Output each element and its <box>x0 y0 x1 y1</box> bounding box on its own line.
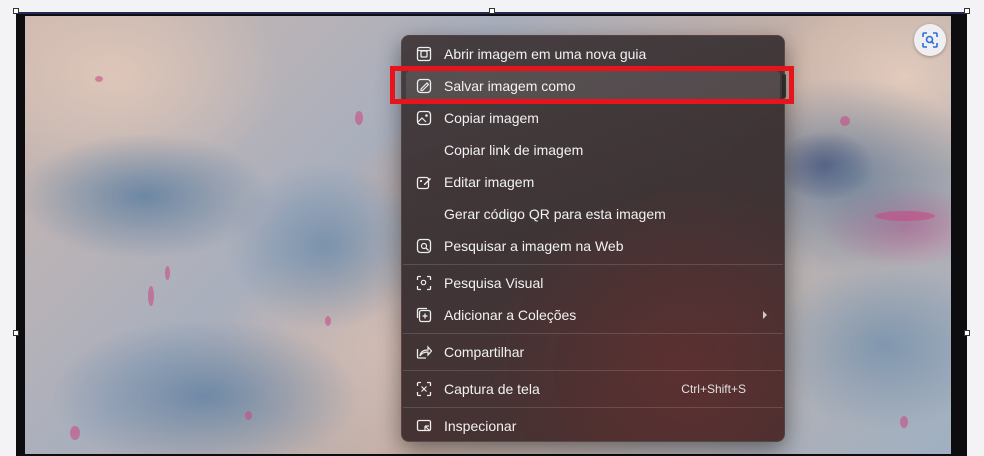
menu-item-label: Inspecionar <box>444 418 517 434</box>
search-image-web-icon <box>416 238 432 254</box>
resize-handle-middle-left[interactable] <box>13 330 19 336</box>
menu-item-search-image-web[interactable]: Pesquisar a imagem na Web <box>406 231 780 261</box>
resize-handle-top-right[interactable] <box>964 8 970 14</box>
menu-item-add-to-collections[interactable]: Adicionar a Coleções <box>406 300 780 330</box>
screenshot-icon <box>416 381 432 397</box>
menu-item-label: Captura de tela <box>444 381 540 397</box>
menu-item-inspect[interactable]: Inspecionar <box>406 411 780 441</box>
visual-search-icon <box>922 32 938 48</box>
visual-search-icon <box>416 275 432 291</box>
menu-item-label: Adicionar a Coleções <box>444 307 577 323</box>
resize-handle-top-left[interactable] <box>13 8 19 14</box>
menu-separator <box>403 264 783 265</box>
highlight-annotation-box <box>390 66 794 104</box>
open-in-new-tab-icon <box>416 46 432 62</box>
edit-image-icon <box>416 174 432 190</box>
chevron-right-icon <box>763 311 767 319</box>
menu-item-label: Pesquisar a imagem na Web <box>444 238 624 254</box>
menu-item-label: Abrir imagem em uma nova guia <box>444 46 647 62</box>
copy-image-icon <box>416 110 432 126</box>
menu-item-label: Copiar link de imagem <box>444 142 584 158</box>
collections-icon <box>416 307 432 323</box>
menu-item-copy-image-link[interactable]: Copiar link de imagem <box>406 135 780 165</box>
menu-item-label: Compartilhar <box>444 344 525 360</box>
keyboard-shortcut: Ctrl+Shift+S <box>681 382 746 396</box>
menu-item-open-in-new-tab[interactable]: Abrir imagem em uma nova guia <box>406 39 780 69</box>
share-icon <box>416 344 432 360</box>
menu-item-share[interactable]: Compartilhar <box>406 337 780 367</box>
inspect-icon <box>416 418 432 434</box>
menu-item-visual-search[interactable]: Pesquisa Visual <box>406 268 780 298</box>
resize-handle-middle-right[interactable] <box>964 330 970 336</box>
menu-item-label: Copiar imagem <box>444 110 539 126</box>
menu-separator <box>403 333 783 334</box>
menu-item-generate-qr-code[interactable]: Gerar código QR para esta imagem <box>406 199 780 229</box>
menu-item-label: Editar imagem <box>444 174 535 190</box>
menu-item-label: Pesquisa Visual <box>444 275 544 291</box>
visual-search-button[interactable] <box>914 24 946 56</box>
menu-item-screenshot[interactable]: Captura de tela Ctrl+Shift+S <box>406 374 780 404</box>
menu-separator <box>403 407 783 408</box>
menu-item-label: Gerar código QR para esta imagem <box>444 206 666 222</box>
menu-item-copy-image[interactable]: Copiar imagem <box>406 103 780 133</box>
menu-item-edit-image[interactable]: Editar imagem <box>406 167 780 197</box>
menu-separator <box>403 370 783 371</box>
resize-handle-top-center[interactable] <box>489 8 495 14</box>
